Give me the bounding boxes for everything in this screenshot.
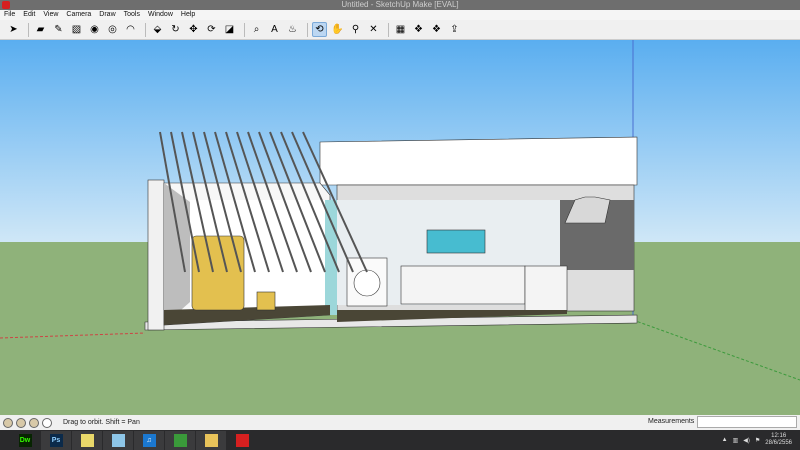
window-title: Untitled - SketchUp Make [EVAL] [341,0,459,9]
tape-measure-tool-button[interactable]: ⌕ [249,22,264,37]
polygon-icon: ◎ [108,24,117,35]
network-icon[interactable]: ▥ [733,437,739,444]
notepad-icon [111,433,125,447]
toolbar-separator [244,22,245,37]
arc-icon: ◠ [126,24,135,35]
title-bar: Untitled - SketchUp Make [EVAL] [0,0,800,10]
pan-tool-button[interactable]: ✋ [330,22,345,37]
rotate-tool-button[interactable]: ⟳ [204,22,219,37]
paint-bucket-tool-button[interactable]: ♨ [285,22,300,37]
toolbar: ➤ ▰ ✎ ▧ ◉ ◎ ◠ ⬙ ↻ ✥ ⟳ ◪ ⌕ A ♨ ⟲ ✋ ⚲ ✕ ▦ ❖ ❖ ⇪ [0,20,800,40]
taskbar-itunes[interactable]: ♫ [134,430,164,450]
follow-me-tool-button[interactable]: ↻ [168,22,183,37]
menu-help[interactable]: Help [177,10,199,20]
zoom-icon: ⚲ [351,24,360,35]
zoom-extents-icon: ✕ [369,24,378,35]
chrome-icon [173,433,187,447]
menu-file[interactable]: File [0,10,19,20]
extension-icon: ❖ [432,24,441,35]
taskbar-chrome[interactable] [165,430,195,450]
scale-icon: ◪ [224,24,235,35]
move-icon: ✥ [189,24,198,35]
paint-bucket-icon: ♨ [288,24,297,35]
menu-camera[interactable]: Camera [62,10,95,20]
eraser-tool-button[interactable]: ▰ [33,22,48,37]
toolbar-separator [28,22,29,37]
orbit-tool-button[interactable]: ⟲ [312,22,327,37]
tape-measure-icon: ⌕ [253,24,260,35]
pencil-icon: ✎ [54,24,63,35]
menu-edit[interactable]: Edit [19,10,39,20]
measurements-input[interactable] [697,416,797,428]
push-pull-tool-button[interactable]: ⬙ [150,22,165,37]
itunes-icon: ♫ [142,433,156,447]
clock[interactable]: 12:16 28/6/2556 [765,433,792,447]
sketchup-app-icon[interactable] [2,1,10,9]
follow-me-icon: ↻ [171,24,180,35]
action-center-flag-icon[interactable]: ⚑ [755,437,760,444]
sketchup-icon [235,433,249,447]
file-explorer-icon [204,433,218,447]
menu-bar: File Edit View Camera Draw Tools Window Help [0,10,800,20]
arc-tool-button[interactable]: ◠ [123,22,138,37]
system-tray: ▲ ▥ ◀) ⚑ 12:16 28/6/2556 [722,430,792,450]
warehouse-icon: ▦ [395,24,406,35]
rectangle-tool-button[interactable]: ▧ [69,22,84,37]
scale-tool-button[interactable]: ◪ [222,22,237,37]
push-pull-icon: ⬙ [153,24,162,35]
circle-icon: ◉ [90,24,99,35]
help-icon[interactable] [42,417,52,428]
select-icon: ➤ [9,24,18,35]
text-icon: A [271,24,278,35]
taskbar-sketchup[interactable] [227,431,257,450]
circle-tool-button[interactable]: ◉ [87,22,102,37]
share-model-icon: ⇪ [450,24,459,35]
volume-icon[interactable]: ◀) [743,437,750,444]
sticky-notes-icon [80,433,94,447]
share-model-tool-button[interactable]: ⇪ [447,22,462,37]
menu-draw[interactable]: Draw [95,10,119,20]
menu-window[interactable]: Window [144,10,177,20]
toolbar-separator [145,22,146,37]
menu-view[interactable]: View [39,10,62,20]
text-tool-button[interactable]: A [267,22,282,37]
dreamweaver-icon: Dw [18,433,32,447]
orbit-icon: ⟲ [315,24,324,35]
polygon-tool-button[interactable]: ◎ [105,22,120,37]
warehouse-tool-button[interactable]: ▦ [393,22,408,37]
move-tool-button[interactable]: ✥ [186,22,201,37]
extension-tool-button[interactable]: ❖ [429,22,444,37]
pencil-tool-button[interactable]: ✎ [51,22,66,37]
geo-location-icon[interactable] [3,417,13,428]
taskbar-dreamweaver[interactable]: Dw [10,431,40,450]
rotate-icon: ⟳ [207,24,216,35]
status-bar: Drag to orbit. Shift = Pan Measurements [0,415,800,430]
clock-date: 28/6/2556 [765,440,792,446]
select-tool-button[interactable]: ➤ [6,22,21,37]
components-tool-button[interactable]: ❖ [411,22,426,37]
status-hint: Drag to orbit. Shift = Pan [63,419,140,426]
taskbar-notepad[interactable] [103,430,133,450]
toolbar-separator [388,22,389,37]
taskbar-file-explorer[interactable] [196,430,226,450]
eraser-icon: ▰ [36,24,45,35]
clock-time: 12:16 [771,433,787,439]
sign-in-icon[interactable] [29,417,39,428]
taskbar: Dw Ps ♫ ▲ ▥ ◀) ⚑ 12:16 28/6/2556 [0,430,800,450]
zoom-tool-button[interactable]: ⚲ [348,22,363,37]
zoom-extents-tool-button[interactable]: ✕ [366,22,381,37]
menu-tools[interactable]: Tools [120,10,144,20]
measurements-label: Measurements [648,418,695,425]
photoshop-icon: Ps [49,433,63,447]
taskbar-photoshop[interactable]: Ps [41,430,71,450]
credits-icon[interactable] [16,417,26,428]
pan-icon: ✋ [331,24,344,35]
taskbar-sticky-notes[interactable] [72,430,102,450]
rectangle-icon: ▧ [71,24,82,35]
toolbar-separator [307,22,308,37]
components-icon: ❖ [414,24,423,35]
show-hidden-icons[interactable]: ▲ [722,437,728,443]
3d-viewport[interactable] [0,40,800,415]
